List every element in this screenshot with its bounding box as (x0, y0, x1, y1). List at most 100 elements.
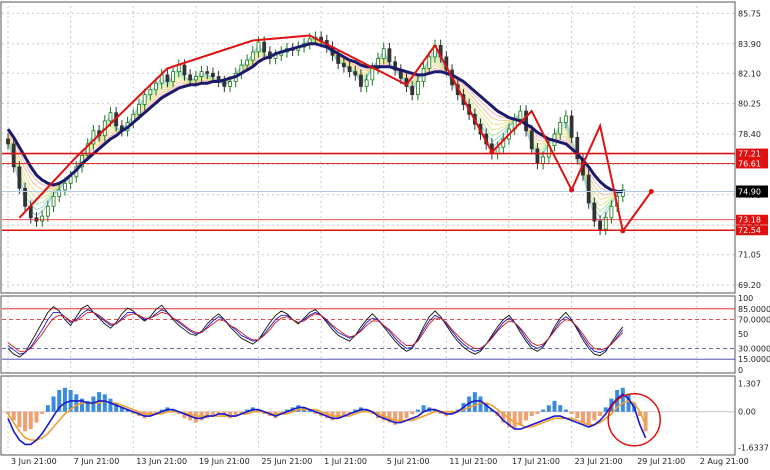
candle-body (529, 130, 534, 150)
time-tick-label: 17 Jul 21:00 (512, 457, 560, 466)
level-price-tag: 77.21 (736, 148, 768, 159)
macd-tick-label: 1.307 (738, 379, 761, 388)
macd-histogram-bar (592, 411, 597, 421)
stochastic-tick-label: 30.0000 (738, 344, 770, 353)
macd-histogram-bar (620, 387, 625, 412)
candle-body (176, 64, 181, 73)
candle-body (205, 71, 210, 74)
stochastic-tick-label: 15.0000 (738, 355, 770, 364)
candle-body (262, 41, 267, 53)
candle-body (245, 59, 250, 66)
time-tick-label: 11 Jul 21:00 (449, 457, 497, 466)
candle-body (222, 81, 227, 87)
macd-histogram-bar (546, 405, 551, 412)
candle-body (108, 112, 113, 122)
candle-body (228, 81, 232, 87)
candle-body (45, 205, 50, 217)
macd-histogram-bar (541, 409, 546, 412)
time-tick-label: 7 Jun 21:00 (74, 457, 120, 466)
candle-body (182, 64, 187, 76)
candle-body (142, 94, 147, 105)
forex-chart: 85.7583.9082.1080.2578.4076.5574.7072.85… (0, 0, 770, 470)
macd-histogram-bar (569, 411, 574, 414)
macd-histogram-bar (512, 411, 517, 430)
price-tick-label: 71.05 (738, 251, 761, 260)
macd-histogram-bar (563, 409, 568, 412)
candle-body (569, 115, 574, 138)
candle-body (609, 205, 614, 219)
candle-body (188, 74, 193, 81)
macd-histogram-bar (62, 387, 67, 412)
time-tick-label: 2 Aug 21:00 (700, 457, 749, 466)
candle-body (148, 89, 153, 96)
macd-histogram-bar (102, 394, 107, 412)
price-tick-label: 83.90 (738, 40, 761, 49)
candle-body (154, 82, 158, 91)
macd-histogram-bar (45, 405, 50, 412)
macd-histogram-bar (28, 411, 33, 430)
candle-body (57, 189, 62, 197)
price-tick-label: 85.75 (738, 9, 761, 18)
macd-histogram-bar (410, 411, 415, 414)
macd-tick-label: 0.00 (738, 408, 756, 417)
time-tick-label: 25 Jun 21:00 (261, 457, 312, 466)
macd-histogram-bar (17, 411, 22, 427)
price-tick-label: 78.40 (738, 130, 761, 139)
candle-body (598, 220, 602, 230)
macd-histogram-bar (518, 411, 523, 425)
arrow-head (648, 189, 654, 195)
candle-body (171, 71, 175, 82)
candle-body (341, 63, 346, 68)
candle-body (336, 54, 341, 64)
macd-histogram-bar (23, 411, 28, 432)
current-price-tag-label: 74.90 (738, 188, 761, 197)
time-tick-label: 1 Jul 21:00 (324, 457, 367, 466)
price-tick-label: 82.10 (738, 69, 761, 78)
time-tick-label: 13 Jun 21:00 (136, 457, 187, 466)
candle-body (518, 110, 523, 120)
candle-body (364, 79, 369, 87)
candle-body (165, 74, 170, 82)
candle-body (193, 76, 198, 81)
stochastic-tick-label: 100 (738, 294, 753, 303)
macd-histogram-bar (580, 411, 585, 423)
time-tick-label: 23 Jul 21:00 (575, 457, 623, 466)
macd-histogram-bar (91, 396, 96, 412)
level-tag-label: 76.61 (738, 159, 761, 168)
macd-histogram-bar (34, 411, 39, 423)
macd-histogram-bar (40, 411, 45, 414)
level-price-tag: 73.18 (736, 214, 768, 225)
arrow-head (620, 228, 626, 234)
candle-body (256, 41, 261, 53)
candle-body (51, 196, 56, 207)
candle-body (541, 156, 546, 164)
candle-body (415, 81, 420, 96)
price-tick-label: 80.25 (738, 100, 761, 109)
candle-body (6, 138, 10, 145)
macd-tick-label: -1.6337 (738, 443, 769, 452)
candle-body (535, 148, 540, 164)
macd-histogram-bar (51, 396, 56, 412)
candle-body (564, 115, 568, 123)
candle-body (410, 86, 415, 96)
time-tick-label: 5 Jul 21:00 (387, 457, 430, 466)
macd-histogram-bar (575, 411, 580, 419)
candle-body (370, 67, 375, 81)
stochastic-tick-label: 70.0000 (738, 316, 770, 325)
candle-body (23, 187, 27, 207)
arrow-head (569, 187, 575, 193)
macd-histogram-bar (586, 411, 591, 425)
chart-background (0, 0, 770, 470)
level-tag-label: 72.54 (738, 226, 761, 235)
macd-histogram-bar (558, 405, 563, 412)
level-tag-label: 77.21 (738, 150, 761, 159)
level-tag-label: 73.18 (738, 216, 761, 225)
candle-body (387, 48, 392, 63)
level-price-tag: 72.54 (736, 225, 768, 236)
candle-body (347, 66, 352, 73)
time-tick-label: 19 Jun 21:00 (199, 457, 250, 466)
candle-body (211, 72, 215, 77)
candle-body (586, 174, 591, 204)
macd-histogram-bar (415, 409, 420, 412)
current-price-tag: 74.90 (736, 185, 768, 198)
